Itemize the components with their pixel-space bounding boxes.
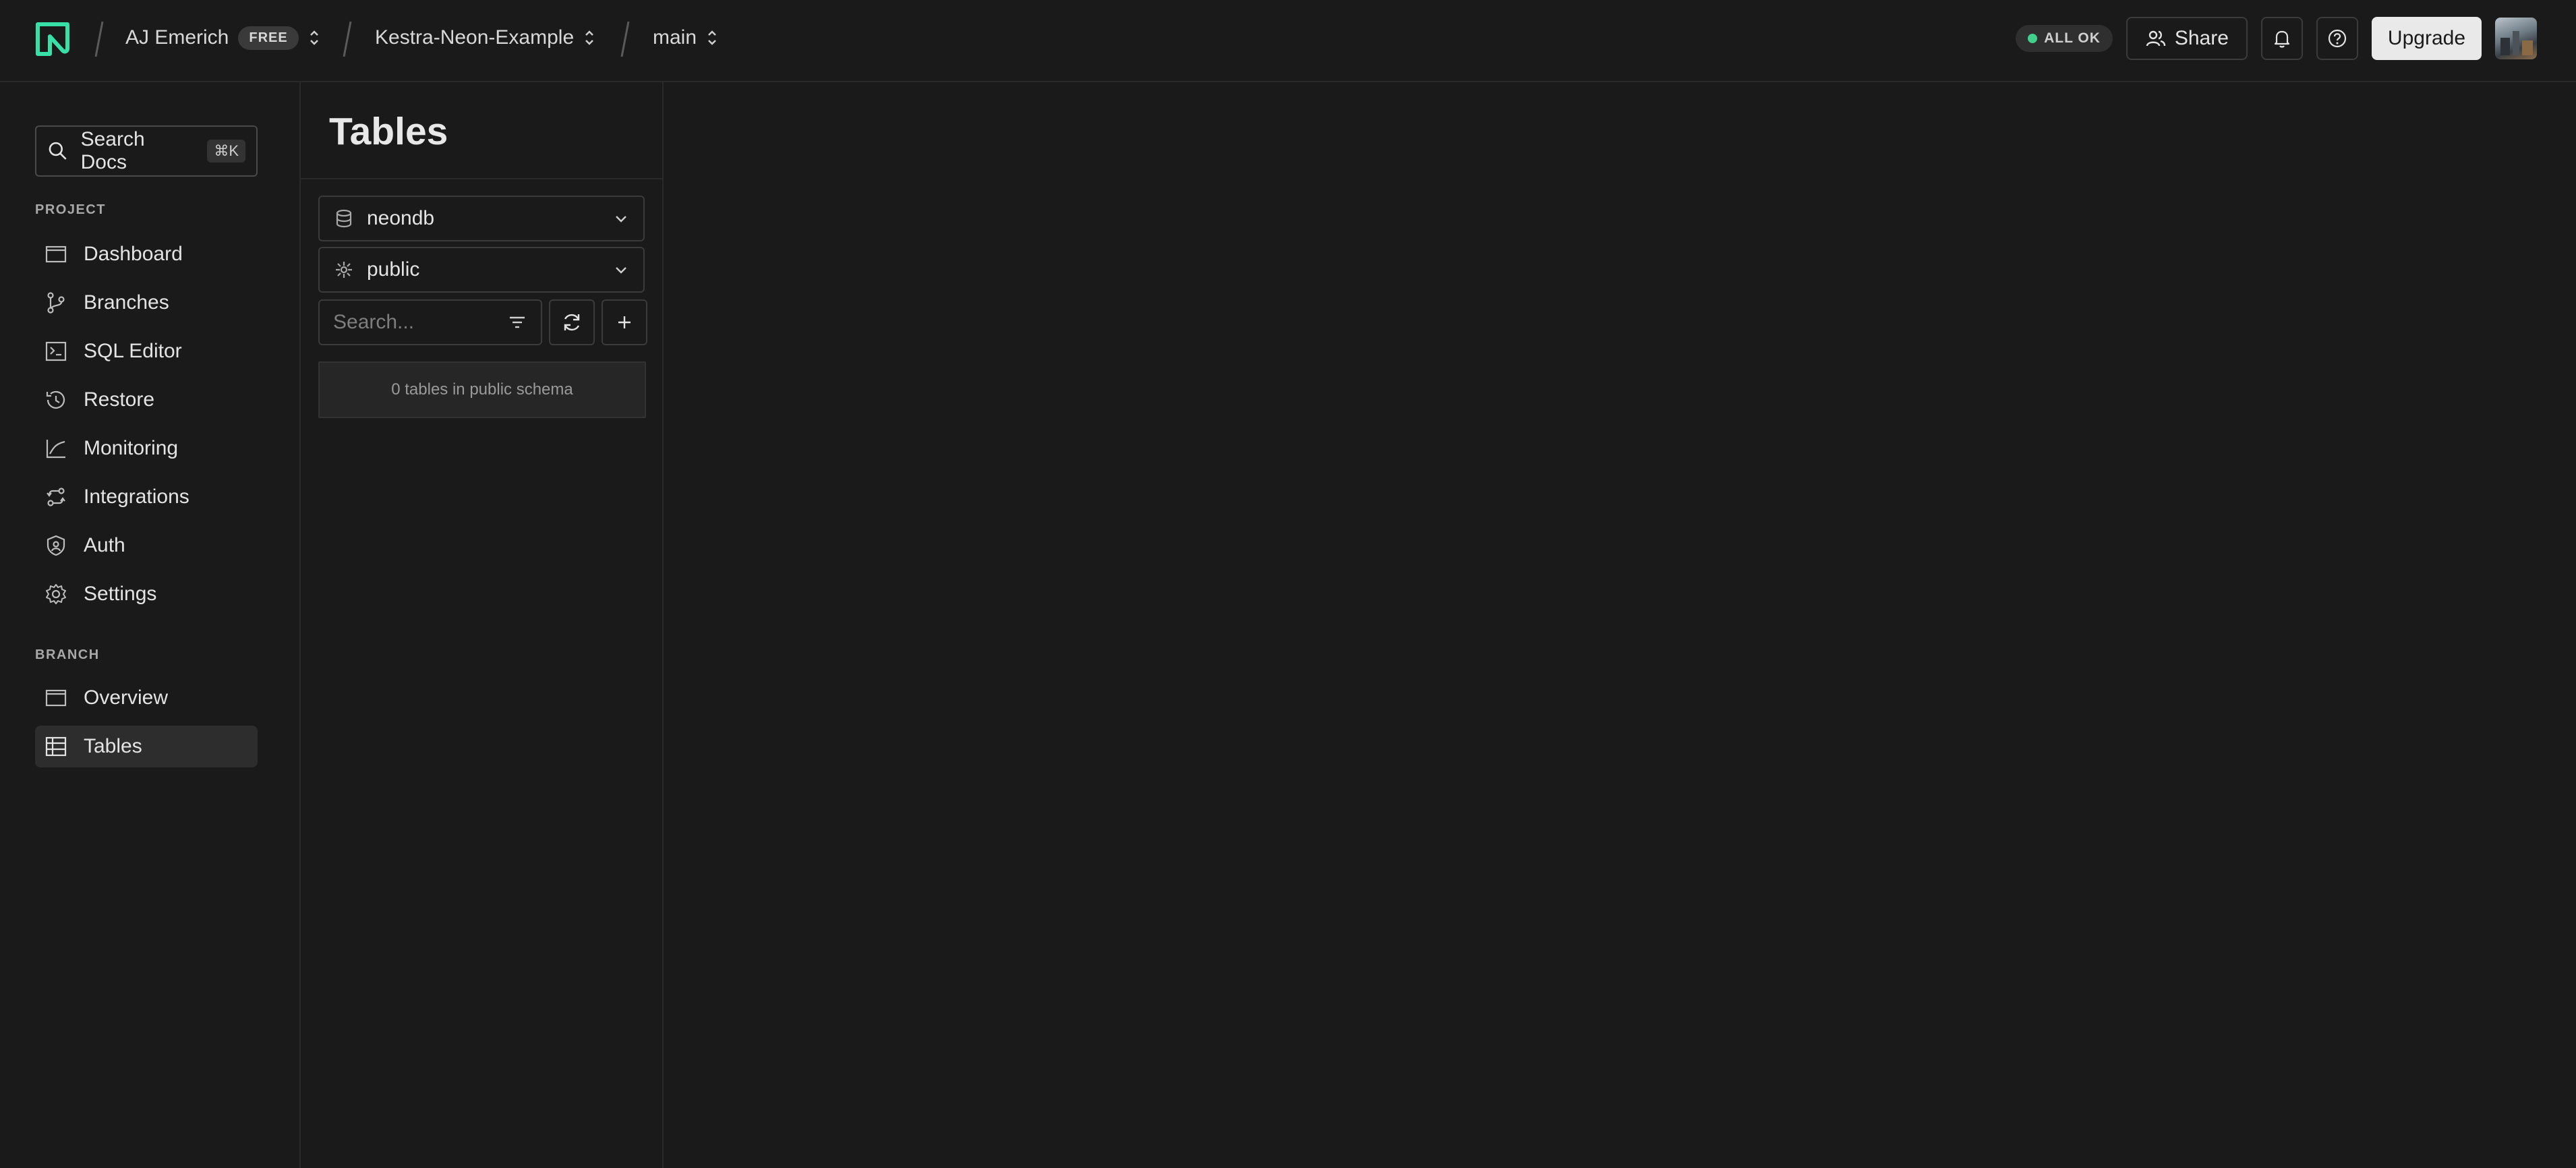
dashboard-icon bbox=[45, 245, 67, 263]
monitoring-icon bbox=[46, 440, 65, 459]
table-search-box bbox=[318, 299, 542, 345]
filter-icon[interactable] bbox=[507, 312, 527, 332]
add-table-button[interactable] bbox=[602, 299, 647, 345]
sidebar-item-tables[interactable]: Tables bbox=[35, 726, 258, 767]
search-docs-label: Search Docs bbox=[80, 128, 145, 173]
status-dot bbox=[2028, 34, 2038, 43]
settings-icon bbox=[46, 584, 66, 604]
sidebar-item-label: Settings bbox=[84, 583, 157, 605]
tables-panel: Tables neondb public Search... 0 tables … bbox=[301, 82, 664, 1168]
sidebar: Search Docs ⌘K PROJECT Dashboard Branche… bbox=[0, 82, 301, 1168]
empty-state: 0 tables in public schema bbox=[318, 361, 646, 418]
sidebar-item-label: Restore bbox=[84, 388, 155, 411]
notifications-button[interactable] bbox=[2260, 17, 2303, 60]
tables-icon bbox=[45, 736, 67, 757]
sidebar-item-branches[interactable]: Branches bbox=[35, 282, 258, 324]
status-badge[interactable]: ALL OK bbox=[2016, 25, 2113, 52]
project-switcher[interactable]: Kestra-Neon-Example bbox=[375, 0, 595, 76]
upgrade-button[interactable]: Upgrade bbox=[2371, 17, 2482, 60]
top-bar: AJ Emerich FREE Kestra-Neon-Example main… bbox=[0, 0, 2576, 82]
database-select[interactable]: neondb bbox=[318, 196, 645, 241]
breadcrumb-separator bbox=[94, 19, 104, 59]
database-icon bbox=[336, 209, 352, 228]
page-title: Tables bbox=[329, 110, 448, 153]
restore-icon bbox=[46, 390, 65, 409]
schema-icon bbox=[336, 262, 352, 278]
chevron-updown-icon bbox=[708, 30, 716, 45]
breadcrumb-separator bbox=[343, 19, 352, 59]
share-label: Share bbox=[2174, 27, 2229, 49]
chevron-down-icon bbox=[616, 216, 626, 223]
bell-icon bbox=[2274, 30, 2290, 48]
database-select-value: neondb bbox=[367, 207, 435, 229]
sql-editor-icon bbox=[45, 341, 67, 361]
sidebar-item-label: Monitoring bbox=[84, 437, 179, 459]
refresh-icon bbox=[564, 314, 580, 331]
share-button[interactable]: Share bbox=[2126, 17, 2248, 60]
schema-select-value: public bbox=[367, 258, 420, 281]
chevron-updown-icon bbox=[585, 30, 594, 45]
search-icon bbox=[49, 142, 67, 160]
schema-select[interactable]: public bbox=[318, 247, 645, 293]
neon-logo-icon[interactable] bbox=[34, 20, 71, 58]
avatar[interactable] bbox=[2495, 18, 2537, 59]
table-search-row bbox=[318, 299, 647, 345]
search-docs-button[interactable]: Search Docs ⌘K bbox=[35, 125, 258, 177]
topbar-actions: ALL OK Share Upgrade bbox=[2016, 16, 2537, 61]
breadcrumb-separator bbox=[620, 19, 630, 59]
branches-icon bbox=[47, 292, 65, 314]
sidebar-item-integrations[interactable]: Integrations bbox=[35, 476, 258, 518]
sidebar-item-label: Integrations bbox=[84, 486, 189, 508]
sidebar-item-label: Auth bbox=[84, 534, 125, 556]
users-icon bbox=[2146, 30, 2166, 47]
shortcut-hint: ⌘K bbox=[207, 140, 245, 163]
plus-icon bbox=[618, 316, 631, 328]
sidebar-item-overview[interactable]: Overview bbox=[35, 677, 258, 719]
status-text: ALL OK bbox=[2044, 30, 2101, 46]
project-name: Kestra-Neon-Example bbox=[375, 26, 575, 49]
sidebar-item-settings[interactable]: Settings bbox=[35, 573, 258, 615]
sidebar-item-monitoring[interactable]: Monitoring bbox=[35, 428, 258, 469]
branch-name: main bbox=[653, 26, 697, 49]
org-name: AJ Emerich bbox=[125, 26, 229, 49]
refresh-button[interactable] bbox=[549, 299, 595, 345]
sidebar-item-label: SQL Editor bbox=[84, 340, 182, 362]
table-search-input[interactable] bbox=[333, 311, 495, 334]
sidebar-item-label: Overview bbox=[84, 687, 169, 709]
branch-section-label: BRANCH bbox=[35, 647, 100, 662]
chevron-updown-icon bbox=[310, 30, 318, 45]
help-icon bbox=[2328, 29, 2347, 48]
branch-switcher[interactable]: main bbox=[653, 0, 718, 76]
sidebar-item-sql-editor[interactable]: SQL Editor bbox=[35, 330, 258, 372]
sidebar-item-restore[interactable]: Restore bbox=[35, 379, 258, 421]
main-content bbox=[664, 82, 2576, 1168]
empty-state-message: 0 tables in public schema bbox=[391, 380, 573, 399]
integrations-icon bbox=[47, 488, 65, 506]
project-section-label: PROJECT bbox=[35, 202, 106, 217]
sidebar-item-dashboard[interactable]: Dashboard bbox=[35, 233, 258, 275]
sidebar-item-auth[interactable]: Auth bbox=[35, 525, 258, 566]
sidebar-item-label: Tables bbox=[84, 735, 142, 757]
help-button[interactable] bbox=[2316, 17, 2358, 60]
sidebar-item-label: Branches bbox=[84, 291, 169, 314]
org-switcher[interactable]: AJ Emerich FREE bbox=[125, 0, 320, 76]
overview-icon bbox=[45, 689, 67, 707]
divider bbox=[301, 178, 662, 179]
auth-icon bbox=[47, 535, 65, 556]
plan-badge: FREE bbox=[238, 26, 299, 50]
chevron-down-icon bbox=[616, 267, 626, 274]
sidebar-item-label: Dashboard bbox=[84, 243, 183, 265]
